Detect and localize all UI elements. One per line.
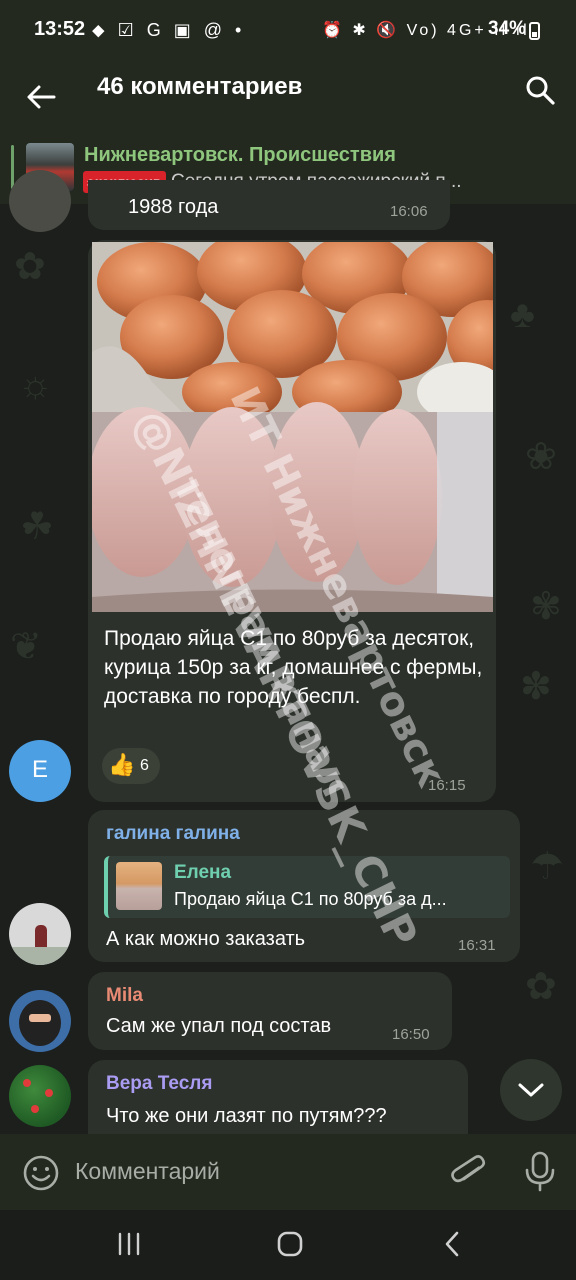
message-bubble[interactable]: 1988 года 16:06 [88, 180, 450, 230]
battery-percent: 34% [488, 18, 527, 39]
avatar[interactable] [9, 1065, 71, 1127]
avatar-dot [45, 1089, 53, 1097]
message-text: Сам же упал под состав [106, 1015, 332, 1037]
notification-icons: ⬥ ☑ G ▣ @ • [92, 20, 246, 40]
avatar[interactable] [9, 990, 71, 1052]
reaction-chip[interactable]: 👍 6 [102, 748, 160, 784]
doodle-icon: ☘ [20, 506, 55, 548]
doodle-icon: ✿ [14, 246, 46, 288]
message-bubble[interactable]: Mila Сам же упал под состав 16:50 [88, 972, 452, 1050]
comment-input[interactable]: Комментарий [75, 1158, 220, 1185]
message-text: А как можно заказать [106, 928, 306, 950]
battery-icon [529, 22, 540, 40]
avatar[interactable]: E [9, 740, 71, 802]
reaction-count: 6 [140, 757, 149, 774]
doodle-icon: ❦ [10, 626, 42, 668]
doodle-icon: ✽ [520, 666, 552, 708]
recent-apps-icon[interactable] [116, 1232, 142, 1256]
message-text: 1988 года [128, 196, 219, 218]
back-arrow-icon[interactable] [24, 80, 58, 114]
message-bubble[interactable]: галина галина Елена Продаю яйца С1 по 80… [88, 810, 520, 962]
home-icon[interactable] [276, 1230, 304, 1258]
reply-thumbnail [116, 862, 162, 910]
message-text: Что же они лазят по путям??? [106, 1105, 387, 1127]
system-back-icon[interactable] [442, 1230, 462, 1258]
scroll-down-button[interactable] [500, 1059, 562, 1121]
doodle-icon: ✾ [530, 586, 562, 628]
avatar-ground [9, 947, 71, 965]
doodle-icon: ❀ [525, 436, 557, 478]
page-title: 46 комментариев [97, 73, 303, 100]
sender-name[interactable]: Вера Тесля [106, 1073, 212, 1095]
message-time: 16:50 [392, 1026, 430, 1043]
avatar-dot [31, 1105, 39, 1113]
avatar-face [29, 1014, 51, 1022]
sender-name[interactable]: Mila [106, 985, 143, 1007]
reply-name: Елена [174, 862, 232, 883]
emoji-icon[interactable] [22, 1154, 60, 1192]
doodle-icon: ✿ [525, 966, 557, 1008]
doodle-icon: ☂ [530, 846, 565, 888]
sender-name[interactable]: галина галина [106, 823, 240, 845]
avatar-figure [19, 1000, 61, 1046]
avatar-letter: E [31, 756, 48, 783]
doodle-icon: ♣ [510, 294, 535, 336]
message-time: 16:06 [390, 203, 428, 220]
status-bar: 13:52 ⬥ ☑ G ▣ @ • ⏰ ✱ 🔇 Vo) 4G+ ıl ıl 34… [0, 0, 576, 62]
reply-quote[interactable]: Елена Продаю яйца С1 по 80руб за д... [104, 856, 510, 918]
doodle-icon: ☼ [18, 364, 53, 406]
avatar[interactable] [9, 170, 71, 232]
search-icon[interactable] [524, 74, 556, 106]
pinned-channel-name: Нижневартовск. Происшествия [84, 144, 396, 166]
avatar[interactable] [9, 903, 71, 965]
avatar-dot [23, 1079, 31, 1087]
thumbs-up-icon: 👍 [108, 752, 136, 777]
message-time: 16:31 [458, 937, 496, 954]
status-time: 13:52 [34, 18, 86, 40]
microphone-icon[interactable] [524, 1150, 556, 1192]
chevron-down-icon [518, 1083, 544, 1097]
attach-icon[interactable] [450, 1152, 488, 1192]
